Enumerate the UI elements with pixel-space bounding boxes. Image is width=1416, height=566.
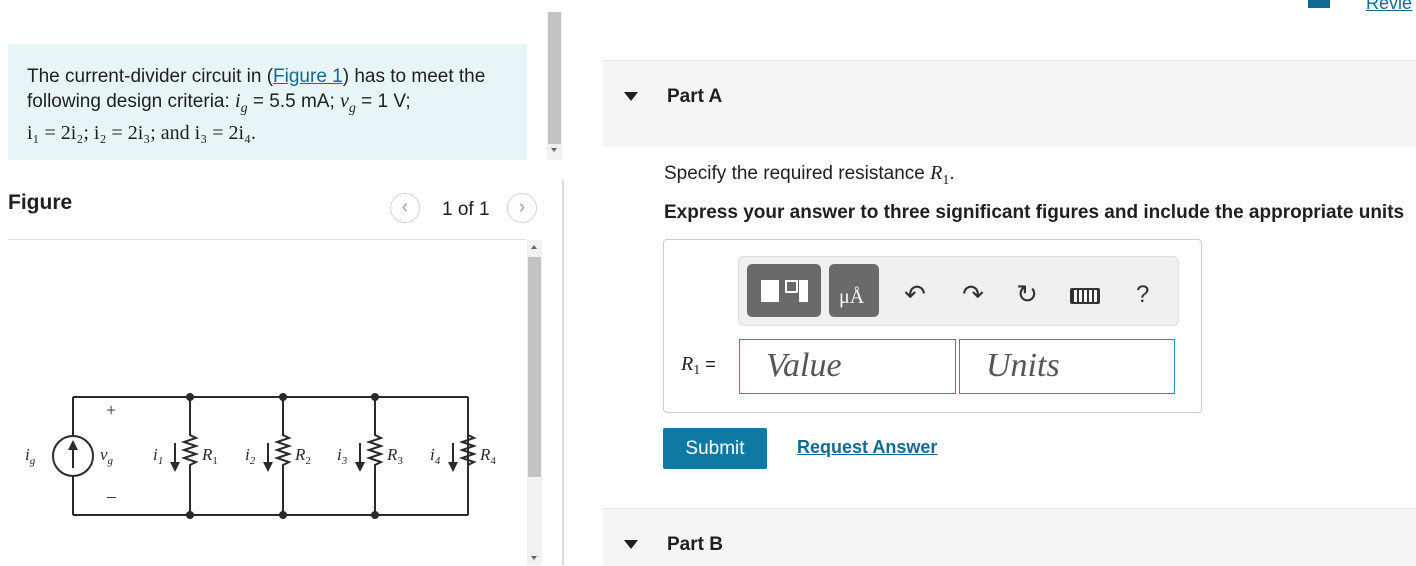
node-dot xyxy=(186,393,194,401)
request-answer-link[interactable]: Request Answer xyxy=(797,437,937,458)
i2-label: i2 xyxy=(245,445,256,467)
resistor-r3-zigzag xyxy=(365,397,385,515)
keyboard-icon[interactable] xyxy=(1070,288,1100,304)
circuit-diagram: ig vg + – i1 R1 i2 R2 i3 R3 i4 R4 xyxy=(25,393,496,519)
vg-symbol: v xyxy=(340,90,349,112)
node-dot xyxy=(371,393,379,401)
templates-button[interactable] xyxy=(747,264,821,317)
next-figure-button[interactable]: › xyxy=(507,193,537,223)
undo-icon[interactable]: ↶ xyxy=(900,279,930,309)
templates-icon-bar xyxy=(799,280,808,302)
vg-label: vg xyxy=(100,445,114,467)
node-dot xyxy=(371,511,379,519)
variable-label: R1 = xyxy=(681,353,716,379)
i3-label: i3 xyxy=(337,445,348,467)
prompt-end: . xyxy=(949,163,955,184)
units-input[interactable]: Units xyxy=(959,339,1175,394)
source-label: ig xyxy=(25,445,36,467)
figure-scrollbar-thumb[interactable] xyxy=(528,257,541,477)
r3-label: R3 xyxy=(386,445,403,467)
node-dot xyxy=(186,511,194,519)
equals-sign: = xyxy=(700,354,716,374)
r4-label: R4 xyxy=(479,445,496,467)
problem-intro-after: ) has to meet the xyxy=(342,66,486,87)
figure-divider xyxy=(8,239,526,240)
vg-sub: g xyxy=(348,100,356,116)
node-dot xyxy=(279,511,287,519)
help-button[interactable]: ? xyxy=(1136,281,1149,309)
figure-title: Figure xyxy=(8,191,73,214)
prompt-symbol: R xyxy=(930,162,943,184)
prompt-text: Specify the required resistance xyxy=(664,163,931,184)
r1-label: R1 xyxy=(201,445,218,467)
templates-icon xyxy=(761,280,779,302)
units-icon: μÅ xyxy=(839,286,865,308)
source-arrow-head xyxy=(68,440,78,450)
part-a-instruction: Express your answer to three significant… xyxy=(664,202,1405,223)
criteria-label: following design criteria: xyxy=(27,91,236,112)
collapse-triangle-icon xyxy=(624,540,638,549)
i1-label: i1 xyxy=(153,445,163,467)
figure-pager: 1 of 1 xyxy=(442,199,490,220)
value-input[interactable]: Value xyxy=(739,339,956,394)
i3-arrow-head xyxy=(355,462,365,472)
ig-value: = 5.5 mA; xyxy=(247,91,341,112)
i1-arrow-head xyxy=(170,462,180,472)
scroll-down-arrow-icon[interactable] xyxy=(551,148,557,152)
problem-line-2: following design criteria: ig = 5.5 mA; … xyxy=(27,89,527,121)
problem-line-1: The current-divider circuit in (Figure 1… xyxy=(27,64,527,89)
redo-icon[interactable]: ↷ xyxy=(958,279,988,309)
collapse-triangle-icon xyxy=(624,92,638,101)
part-a-header[interactable]: Part A xyxy=(603,60,1416,147)
problem-scrollbar-thumb[interactable] xyxy=(548,12,561,144)
part-a-title: Part A xyxy=(667,86,723,107)
prev-figure-button[interactable]: ‹ xyxy=(390,193,420,223)
resistor-r2-zigzag xyxy=(273,397,293,515)
book-icon xyxy=(1308,0,1330,8)
resistor-r1-zigzag xyxy=(180,397,200,515)
part-b-header[interactable]: Part B xyxy=(603,508,1416,566)
reset-icon[interactable]: ↻ xyxy=(1012,279,1042,309)
ig-sub: g xyxy=(240,100,248,116)
i4-label: i4 xyxy=(430,445,441,467)
part-a-prompt: Specify the required resistance R1. xyxy=(664,162,955,189)
minus-sign: – xyxy=(106,486,117,506)
problem-statement: The current-divider circuit in (Figure 1… xyxy=(8,44,527,160)
units-button[interactable]: μÅ xyxy=(829,264,879,317)
review-label[interactable]: Revie xyxy=(1366,0,1412,14)
part-b-title: Part B xyxy=(667,534,723,555)
r2-label: R2 xyxy=(294,445,311,467)
chevron-right-icon: › xyxy=(518,196,526,218)
vg-value: = 1 V; xyxy=(355,91,411,112)
templates-icon-box xyxy=(785,280,798,293)
scroll-up-arrow-icon[interactable] xyxy=(531,245,537,249)
plus-sign: + xyxy=(106,400,116,420)
figure-link[interactable]: Figure 1 xyxy=(273,66,343,87)
chevron-left-icon: ‹ xyxy=(401,196,409,218)
node-dot xyxy=(279,393,287,401)
problem-intro: The current-divider circuit in ( xyxy=(27,66,274,87)
pane-divider[interactable] xyxy=(562,180,564,565)
i4-arrow-head xyxy=(448,462,458,472)
submit-button[interactable]: Submit xyxy=(663,428,767,469)
variable-symbol: R xyxy=(681,353,694,375)
i2-arrow-head xyxy=(263,462,273,472)
problem-line-3: i₁ = 2i₂; i₂ = 2i₃; and i₃ = 2i₄. xyxy=(27,121,257,144)
scroll-down-arrow-icon[interactable] xyxy=(531,556,537,560)
